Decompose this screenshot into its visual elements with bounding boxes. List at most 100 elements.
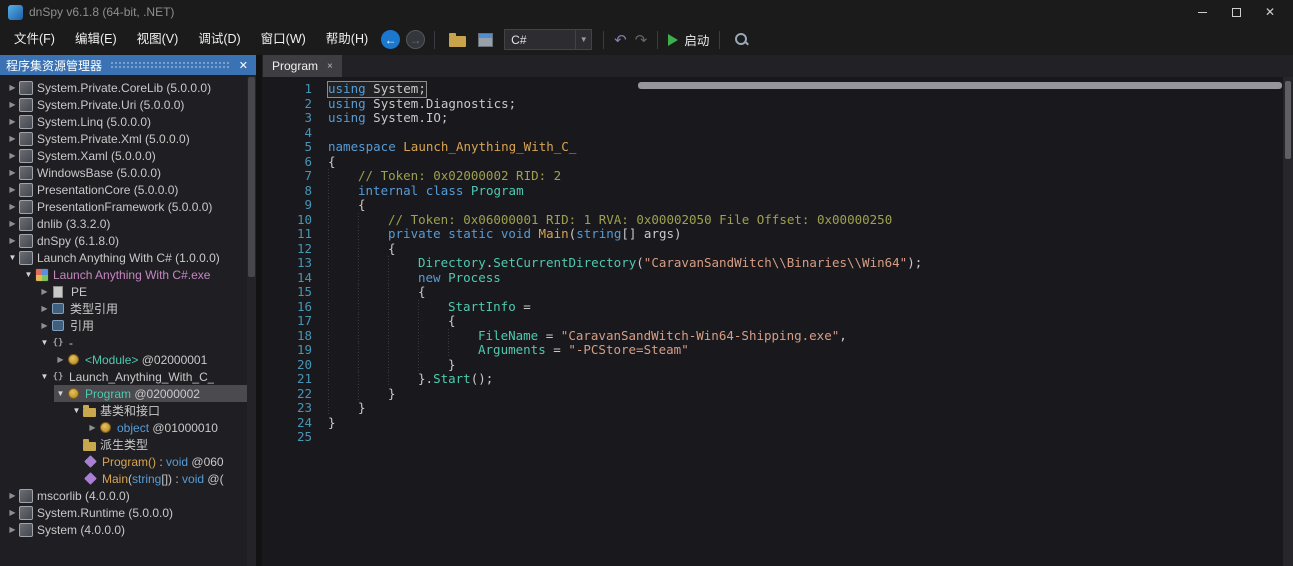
code-line[interactable]: 13Directory.SetCurrentDirectory("Caravan… — [262, 256, 1293, 271]
close-icon[interactable]: ✕ — [1253, 0, 1287, 24]
minimize-icon[interactable] — [1185, 0, 1219, 24]
expander-icon[interactable]: ▶ — [6, 151, 19, 160]
code-editor[interactable]: 1using System;2using System.Diagnostics;… — [262, 77, 1293, 566]
tree-scrollbar-thumb[interactable] — [248, 77, 255, 277]
expander-icon[interactable]: ▶ — [6, 236, 19, 245]
code-line[interactable]: 15{ — [262, 285, 1293, 300]
code-line[interactable]: 19Arguments = "-PCStore=Steam" — [262, 343, 1293, 358]
tree-item[interactable]: ▶System.Private.Uri (5.0.0.0) — [0, 96, 256, 113]
expander-icon[interactable]: ▶ — [6, 134, 19, 143]
code-line[interactable]: 5namespace Launch_Anything_With_C_ — [262, 140, 1293, 155]
maximize-icon[interactable] — [1219, 0, 1253, 24]
code-line[interactable]: 22} — [262, 387, 1293, 402]
tree-item[interactable]: ▼Launch Anything With C#.exe — [0, 266, 256, 283]
expander-icon[interactable]: ▶ — [6, 525, 19, 534]
code-line[interactable]: 2using System.Diagnostics; — [262, 97, 1293, 112]
open-folder-icon[interactable] — [449, 36, 466, 47]
expander-icon[interactable]: ▶ — [38, 321, 51, 330]
back-icon[interactable]: ← — [381, 30, 400, 49]
tree-item[interactable]: ▶System.Runtime (5.0.0.0) — [0, 504, 256, 521]
tree-item[interactable]: ▶PresentationFramework (5.0.0.0) — [0, 198, 256, 215]
menu-item[interactable]: 调试(D) — [188, 24, 250, 55]
tree-item[interactable]: ▶System.Linq (5.0.0.0) — [0, 113, 256, 130]
code-line[interactable]: 6{ — [262, 155, 1293, 170]
code-line[interactable]: 10// Token: 0x06000001 RID: 1 RVA: 0x000… — [262, 213, 1293, 228]
tree-item[interactable]: 派生类型 — [0, 436, 256, 453]
undo-icon[interactable]: ↶ — [614, 31, 627, 49]
expander-icon[interactable]: ▼ — [38, 338, 51, 347]
expander-icon[interactable]: ▶ — [6, 168, 19, 177]
menu-item[interactable]: 编辑(E) — [65, 24, 127, 55]
tree-item[interactable]: ▶System (4.0.0.0) — [0, 521, 256, 538]
forward-icon[interactable]: → — [406, 30, 425, 49]
tree-item[interactable]: ▼{}Launch_Anything_With_C_ — [0, 368, 256, 385]
menu-item[interactable]: 视图(V) — [127, 24, 189, 55]
code-line[interactable]: 12{ — [262, 242, 1293, 257]
tree-item[interactable]: ▼Program @02000002 — [0, 385, 256, 402]
tree-item[interactable]: ▶引用 — [0, 317, 256, 334]
tree-item[interactable]: ▶System.Private.Xml (5.0.0.0) — [0, 130, 256, 147]
code-line[interactable]: 18FileName = "CaravanSandWitch-Win64-Shi… — [262, 329, 1293, 344]
save-all-icon[interactable] — [478, 33, 493, 47]
code-line[interactable]: 14new Process — [262, 271, 1293, 286]
code-line[interactable]: 24} — [262, 416, 1293, 431]
expander-icon[interactable]: ▼ — [54, 389, 67, 398]
assembly-explorer-header[interactable]: 程序集资源管理器 ✕ — [0, 55, 256, 75]
close-panel-icon[interactable]: ✕ — [237, 59, 250, 72]
expander-icon[interactable]: ▶ — [6, 117, 19, 126]
tree-item[interactable]: ▶PE — [0, 283, 256, 300]
expander-icon[interactable]: ▶ — [6, 219, 19, 228]
editor-hscrollbar-thumb[interactable] — [638, 82, 1282, 89]
code-line[interactable]: 4 — [262, 126, 1293, 141]
start-button[interactable]: 启动 — [668, 30, 709, 49]
code-line[interactable]: 16StartInfo = — [262, 300, 1293, 315]
editor-scrollbar[interactable] — [1283, 77, 1293, 566]
expander-icon[interactable]: ▶ — [6, 100, 19, 109]
expander-icon[interactable]: ▶ — [54, 355, 67, 364]
code-line[interactable]: 17{ — [262, 314, 1293, 329]
expander-icon[interactable]: ▶ — [6, 83, 19, 92]
menu-item[interactable]: 文件(F) — [4, 24, 65, 55]
expander-icon[interactable]: ▶ — [6, 508, 19, 517]
code-line[interactable]: 25 — [262, 430, 1293, 445]
expander-icon[interactable]: ▶ — [6, 202, 19, 211]
code-line[interactable]: 23} — [262, 401, 1293, 416]
tree-item[interactable]: ▶PresentationCore (5.0.0.0) — [0, 181, 256, 198]
expander-icon[interactable]: ▶ — [6, 185, 19, 194]
expander-icon[interactable]: ▼ — [6, 253, 19, 262]
tree-item[interactable]: ▶WindowsBase (5.0.0.0) — [0, 164, 256, 181]
panel-grip[interactable] — [110, 61, 229, 70]
code-line[interactable]: 7// Token: 0x02000002 RID: 2 — [262, 169, 1293, 184]
code-line[interactable]: 11private static void Main(string[] args… — [262, 227, 1293, 242]
expander-icon[interactable]: ▶ — [38, 287, 51, 296]
menu-item[interactable]: 帮助(H) — [316, 24, 378, 55]
tree-item[interactable]: Main(string[]) : void @( — [0, 470, 256, 487]
tab-close-icon[interactable]: × — [327, 61, 333, 72]
search-icon[interactable] — [734, 32, 750, 48]
tree-item[interactable]: ▼Launch Anything With C# (1.0.0.0) — [0, 249, 256, 266]
expander-icon[interactable]: ▼ — [70, 406, 83, 415]
language-combo[interactable]: C# ▼ — [504, 29, 592, 50]
tree-scrollbar[interactable] — [247, 75, 256, 566]
tree-item[interactable]: ▶dnSpy (6.1.8.0) — [0, 232, 256, 249]
menu-item[interactable]: 窗口(W) — [251, 24, 316, 55]
expander-icon[interactable]: ▶ — [86, 423, 99, 432]
tree-item[interactable]: ▼{}- — [0, 334, 256, 351]
expander-icon[interactable]: ▶ — [38, 304, 51, 313]
tab-program[interactable]: Program × — [263, 55, 342, 77]
code-line[interactable]: 8internal class Program — [262, 184, 1293, 199]
code-line[interactable]: 20} — [262, 358, 1293, 373]
expander-icon[interactable]: ▶ — [6, 491, 19, 500]
expander-icon[interactable]: ▼ — [38, 372, 51, 381]
redo-icon[interactable]: ↷ — [635, 31, 648, 49]
expander-icon[interactable]: ▼ — [22, 270, 35, 279]
editor-scrollbar-thumb[interactable] — [1285, 81, 1291, 159]
tree-item[interactable]: ▶类型引用 — [0, 300, 256, 317]
tree-item[interactable]: ▼基类和接口 — [0, 402, 256, 419]
tree-item[interactable]: ▶dnlib (3.3.2.0) — [0, 215, 256, 232]
tree-item[interactable]: ▶System.Xaml (5.0.0.0) — [0, 147, 256, 164]
code-line[interactable]: 9{ — [262, 198, 1293, 213]
code-line[interactable]: 3using System.IO; — [262, 111, 1293, 126]
tree-item[interactable]: ▶System.Private.CoreLib (5.0.0.0) — [0, 79, 256, 96]
chevron-down-icon[interactable]: ▼ — [575, 30, 591, 49]
